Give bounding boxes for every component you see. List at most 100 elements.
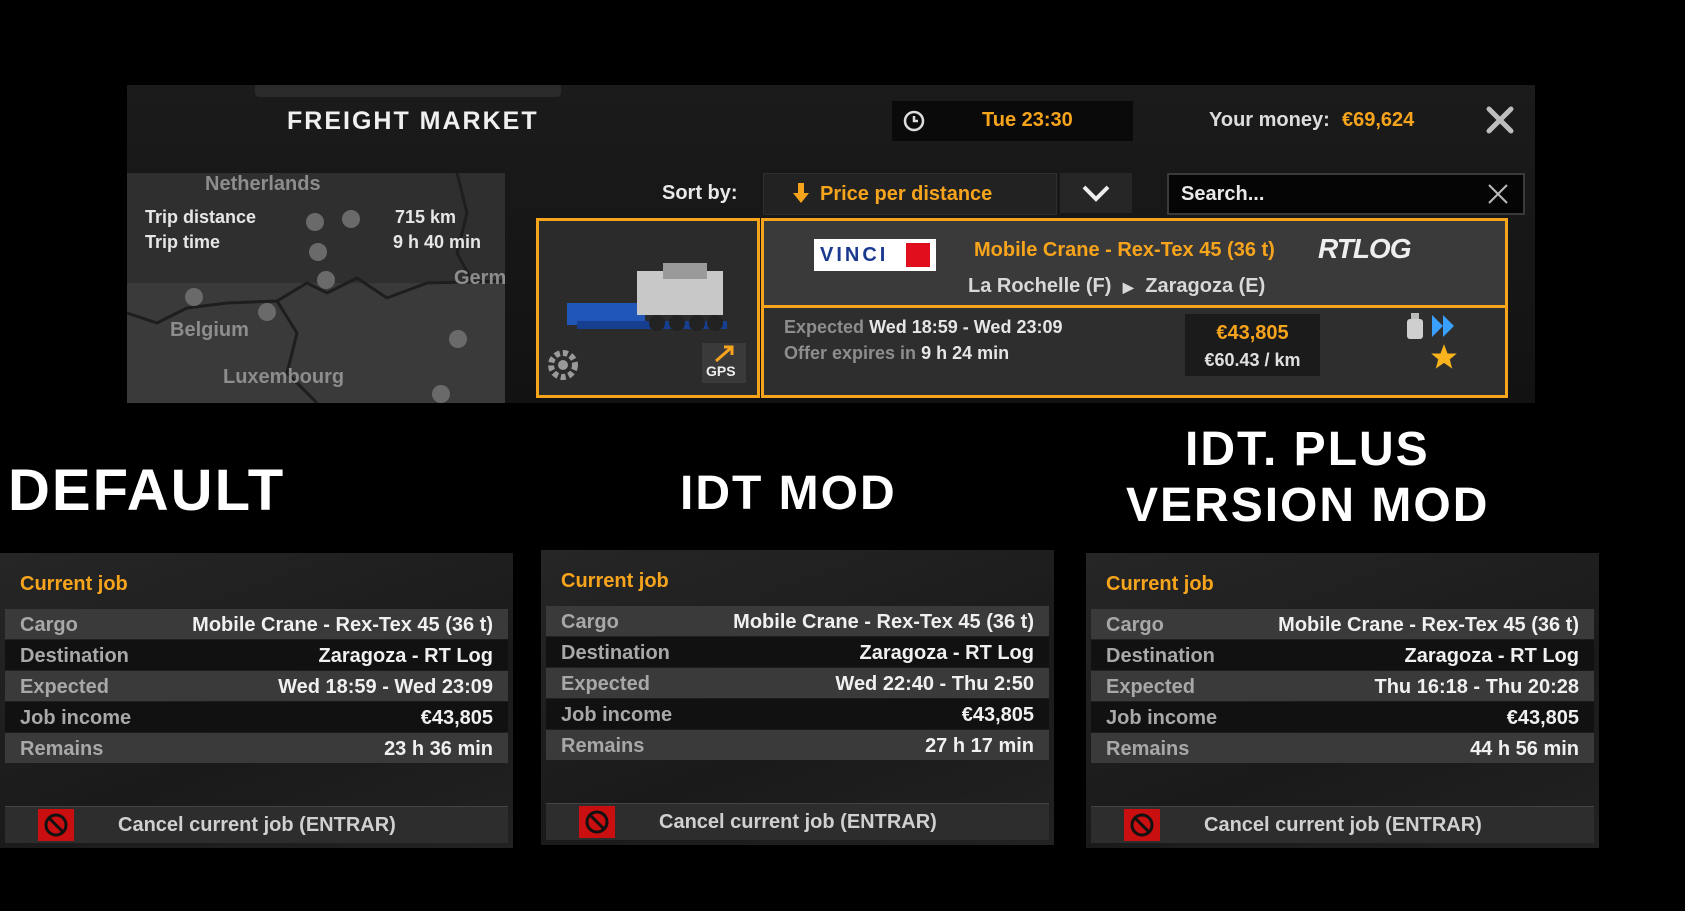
job-row-income: Job income €43,805 [1091,702,1594,732]
expires-value: 9 h 24 min [921,343,1010,363]
trip-distance-value: 715 km [395,207,457,227]
job-row-cargo: Cargo Mobile Crane - Rex-Tex 45 (36 t) [546,606,1049,636]
destination-logo: RTLOG [1318,233,1411,264]
cargo-thumbnail-card[interactable]: GPS [536,218,760,398]
job-row-value: Zaragoza - RT Log [859,642,1034,664]
job-row-key: Expected [561,673,650,695]
job-row-value: Zaragoza - RT Log [1404,645,1579,667]
job-row-value: €43,805 [961,704,1034,726]
map-city-dot [309,243,327,261]
cancel-job-label: Cancel current job (ENTRAR) [1204,814,1482,836]
job-row-key: Expected [1106,676,1195,698]
map-city-dot [432,385,450,403]
map-city-dot [342,210,360,228]
job-row-key: Cargo [1106,614,1164,636]
search-input[interactable]: Search... [1167,173,1525,215]
map-city-dot [317,271,335,289]
offer-expected: Expected Wed 18:59 - Wed 23:09 [784,317,1062,338]
sort-select[interactable]: Price per distance [763,173,1057,215]
money-label: Your money: [1209,109,1330,131]
money-value: €69,624 [1342,109,1415,131]
job-row-key: Cargo [561,611,619,633]
job-row-value: Thu 16:18 - Thu 20:28 [1374,676,1580,698]
cancel-icon [579,806,615,838]
trip-time-value: 9 h 40 min [393,232,482,252]
job-row-value: Zaragoza - RT Log [318,645,493,667]
gps-label: GPS [706,363,736,379]
game-clock: Tue 23:30 [892,101,1133,141]
job-row-value: Wed 22:40 - Thu 2:50 [835,673,1034,695]
job-row-cargo: Cargo Mobile Crane - Rex-Tex 45 (36 t) [1091,609,1594,639]
cancel-icon [38,809,74,841]
company-logo-mark [906,243,930,267]
caption-idt-mod: IDT MOD [680,467,897,520]
cargo-weight-icon [1407,313,1423,339]
offer-price: €43,805 [1216,322,1289,344]
job-row-value: Mobile Crane - Rex-Tex 45 (36 t) [1278,614,1579,636]
current-job-panel-idt: Current job Cargo Mobile Crane - Rex-Tex… [541,550,1054,845]
current-job-heading: Current job [20,573,128,595]
map-city-dot [185,288,203,306]
job-row-key: Expected [20,676,109,698]
caption-idt-plus-line1: IDT. PLUS [1185,423,1430,476]
freight-market-window: FREIGHT MARKET Tue 23:30 Your money: €69… [127,85,1535,403]
expires-label: Offer expires in [784,343,917,363]
map-country-label: Germ [454,267,505,289]
game-time: Tue 23:30 [982,109,1073,131]
sort-dropdown-button[interactable] [1060,173,1132,213]
caption-default: DEFAULT [8,458,286,523]
cancel-job-button[interactable]: Cancel current job (ENTRAR) [1091,806,1594,843]
route-origin: La Rochelle (F) [968,275,1112,297]
job-row-key: Destination [561,642,670,664]
job-row-income: Job income €43,805 [5,702,508,732]
job-row-key: Job income [1106,707,1218,729]
map-city-dot [449,330,467,348]
map-city-dot [306,213,324,231]
job-row-destination: Destination Zaragoza - RT Log [5,640,508,670]
job-row-value: €43,805 [420,707,493,729]
offer-cargo-name: Mobile Crane - Rex-Tex 45 (36 t) [974,239,1275,261]
job-row-destination: Destination Zaragoza - RT Log [546,637,1049,667]
job-row-value: Mobile Crane - Rex-Tex 45 (36 t) [192,614,493,636]
clock-icon [903,110,925,132]
cancel-icon [1124,809,1160,841]
cancel-job-button[interactable]: Cancel current job (ENTRAR) [546,803,1049,840]
cancel-job-button[interactable]: Cancel current job (ENTRAR) [5,806,508,843]
fast-forward-icon [1432,315,1454,337]
job-row-remains: Remains 27 h 17 min [546,730,1049,760]
job-row-key: Remains [1106,738,1190,760]
close-icon[interactable] [1483,103,1517,137]
company-logo-text: VINCI [820,244,889,266]
job-row-key: Cargo [20,614,78,636]
job-row-value: 44 h 56 min [1470,738,1579,760]
caption-idt-plus-line2: VERSION MOD [1126,479,1490,532]
route-map[interactable]: Netherlands Germ Belgium Luxembourg Trip… [127,173,505,403]
current-job-heading: Current job [561,570,669,592]
map-country-label: Netherlands [205,173,321,195]
offer-expiry: Offer expires in 9 h 24 min [784,343,1009,364]
job-offer-card[interactable]: VINCI Mobile Crane - Rex-Tex 45 (36 t) L… [761,218,1508,398]
job-row-key: Remains [561,735,645,757]
current-job-heading: Current job [1106,573,1214,595]
trip-distance-label: Trip distance [145,207,257,227]
star-icon[interactable] [1430,343,1458,371]
job-row-value: Mobile Crane - Rex-Tex 45 (36 t) [733,611,1034,633]
job-row-key: Job income [20,707,132,729]
arrow-down-icon [793,183,809,203]
job-row-key: Remains [20,738,104,760]
offer-route: La Rochelle (F) ▶ Zaragoza (E) [968,275,1265,298]
crane-truck-image [567,263,727,331]
gps-button[interactable]: GPS [702,343,746,383]
job-row-value: 27 h 17 min [925,735,1034,757]
job-row-expected: Expected Wed 18:59 - Wed 23:09 [5,671,508,701]
sort-label: Sort by: [662,182,738,204]
job-offer-header: VINCI Mobile Crane - Rex-Tex 45 (36 t) L… [764,221,1505,308]
current-job-panel-idt-plus: Current job Cargo Mobile Crane - Rex-Tex… [1086,553,1599,848]
job-row-expected: Expected Thu 16:18 - Thu 20:28 [1091,671,1594,701]
job-row-key: Destination [20,645,129,667]
map-country-label: Belgium [170,319,249,341]
trip-time-label: Trip time [145,232,221,252]
gear-icon[interactable] [543,345,583,385]
expected-label: Expected [784,317,865,337]
clear-search-icon[interactable] [1487,183,1509,205]
